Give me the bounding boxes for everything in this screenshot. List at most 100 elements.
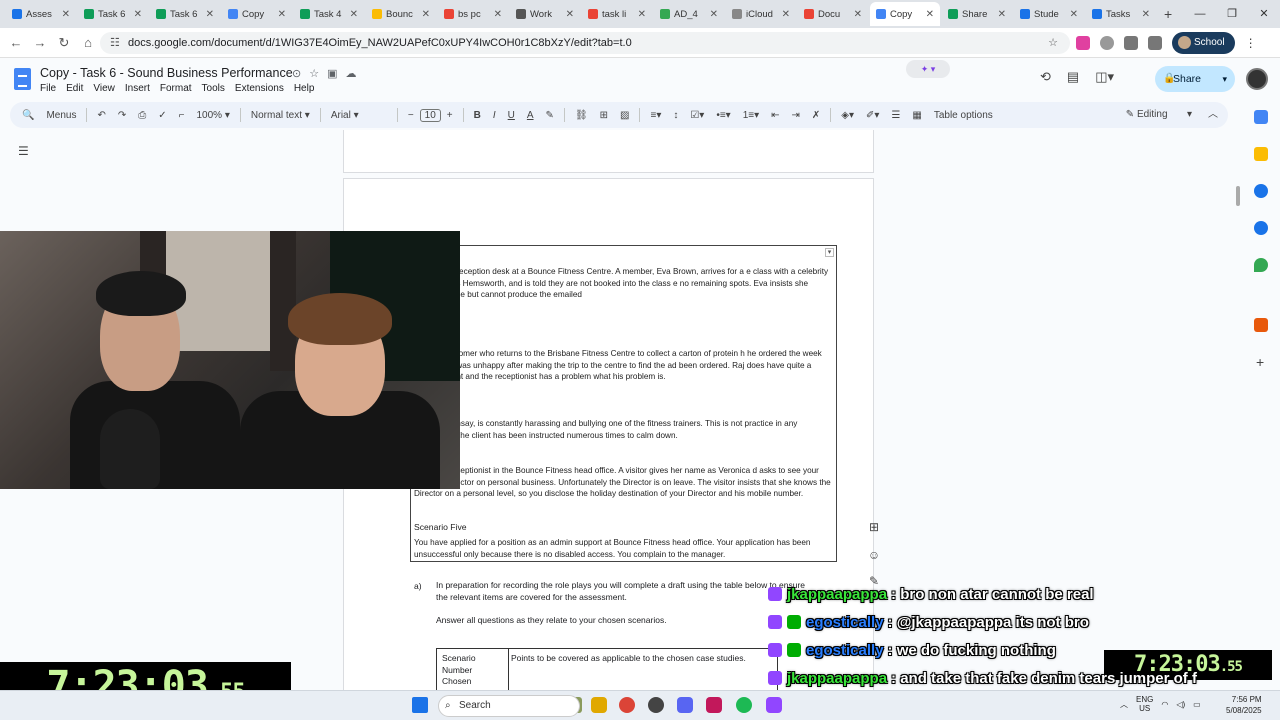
- browser-tab[interactable]: Copy ✕: [222, 2, 292, 26]
- app-icon[interactable]: [706, 697, 722, 713]
- keep-icon[interactable]: [1254, 147, 1268, 161]
- print-icon[interactable]: ⎙: [138, 110, 146, 121]
- font-select[interactable]: Arial ▾: [331, 110, 387, 121]
- twitch-icon[interactable]: [766, 697, 782, 713]
- battery-icon[interactable]: ▭: [1193, 700, 1201, 709]
- browser-menu-icon[interactable]: ⋮: [1245, 36, 1257, 50]
- offline-status-icon[interactable]: ⊙: [292, 67, 301, 80]
- align-icon[interactable]: ≡▾: [650, 110, 661, 121]
- tab-close-icon[interactable]: ✕: [278, 9, 286, 20]
- account-avatar[interactable]: [1246, 68, 1268, 90]
- document-title[interactable]: Copy - Task 6 - Sound Business Performan…: [40, 66, 293, 80]
- document-outline-icon[interactable]: ☰: [18, 144, 29, 158]
- menu-item-format[interactable]: Format: [160, 83, 192, 94]
- tab-close-icon[interactable]: ✕: [62, 9, 70, 20]
- table-dropdown-icon[interactable]: ▾: [825, 248, 834, 257]
- insert-comment-icon[interactable]: ⊞: [600, 110, 608, 121]
- editing-mode-select[interactable]: ✎ Editing ▾: [1126, 102, 1192, 128]
- tab-close-icon[interactable]: ✕: [134, 9, 142, 20]
- chrome-icon[interactable]: [619, 697, 635, 713]
- browser-tab[interactable]: Stude ✕: [1014, 2, 1084, 26]
- tab-close-icon[interactable]: ✕: [206, 9, 214, 20]
- draft-table[interactable]: Scenario Number Chosen Points to be cove…: [436, 648, 778, 690]
- search-menus-label[interactable]: Menus: [46, 110, 76, 121]
- tab-close-icon[interactable]: ✕: [638, 9, 646, 20]
- taskbar-clock[interactable]: 7:56 PM 5/08/2025: [1226, 694, 1262, 716]
- border-width-icon[interactable]: ☰: [891, 110, 900, 121]
- file-explorer-icon[interactable]: [591, 697, 607, 713]
- clear-formatting-icon[interactable]: ✗: [812, 110, 820, 121]
- app-icon[interactable]: [648, 697, 664, 713]
- browser-tab[interactable]: Asses ✕: [6, 2, 76, 26]
- tasks-icon[interactable]: [1254, 184, 1268, 198]
- extension-icon[interactable]: [1100, 36, 1114, 50]
- browser-tab[interactable]: Tasks ✕: [1086, 2, 1156, 26]
- insert-link-icon[interactable]: ⛓: [575, 110, 588, 121]
- italic-icon[interactable]: I: [493, 110, 496, 121]
- chevron-down-icon[interactable]: ▾: [1222, 66, 1227, 92]
- underline-icon[interactable]: U: [508, 110, 515, 121]
- fill-color-icon[interactable]: ◈▾: [841, 110, 854, 121]
- meet-icon[interactable]: ◫▾: [1095, 69, 1114, 85]
- tab-close-icon[interactable]: ✕: [710, 9, 718, 20]
- wifi-icon[interactable]: ◠: [1161, 700, 1168, 709]
- maps-icon[interactable]: [1254, 258, 1268, 272]
- zoom-select[interactable]: 100% ▾: [196, 110, 229, 121]
- browser-tab[interactable]: bs pc ✕: [438, 2, 508, 26]
- new-tab-button[interactable]: +: [1164, 6, 1172, 22]
- browser-tab[interactable]: iCloud ✕: [726, 2, 796, 26]
- numbered-list-icon[interactable]: 1≡▾: [743, 110, 759, 121]
- extensions-puzzle-icon[interactable]: [1124, 36, 1138, 50]
- language-indicator[interactable]: ENG US: [1136, 695, 1153, 713]
- profile-button[interactable]: School: [1172, 32, 1235, 54]
- site-info-icon[interactable]: ☷: [110, 32, 120, 54]
- side-panel-icon[interactable]: [1148, 36, 1162, 50]
- version-history-icon[interactable]: ⟲: [1040, 69, 1051, 85]
- decrease-font-size-icon[interactable]: −: [408, 110, 414, 121]
- contacts-icon[interactable]: [1254, 221, 1268, 235]
- browser-tab[interactable]: task li ✕: [582, 2, 652, 26]
- star-icon[interactable]: ☆: [309, 67, 319, 80]
- menu-item-view[interactable]: View: [93, 83, 115, 94]
- minimize-icon[interactable]: —: [1184, 0, 1216, 28]
- office-addon-icon[interactable]: [1254, 318, 1268, 332]
- bulleted-list-icon[interactable]: •≡▾: [716, 110, 730, 121]
- forward-icon[interactable]: →: [28, 35, 52, 50]
- comments-icon[interactable]: ▤: [1067, 69, 1079, 85]
- menu-item-extensions[interactable]: Extensions: [235, 83, 284, 94]
- docs-logo-icon[interactable]: [14, 68, 31, 90]
- taskbar-search[interactable]: ⌕ Search: [438, 695, 580, 717]
- bookmark-star-icon[interactable]: ☆: [1048, 32, 1058, 54]
- collapse-toolbar-icon[interactable]: ︿: [1208, 102, 1218, 128]
- tab-close-icon[interactable]: ✕: [782, 9, 790, 20]
- border-color-icon[interactable]: ✐▾: [866, 110, 879, 121]
- browser-tab[interactable]: Copy ✕: [870, 2, 940, 26]
- tab-close-icon[interactable]: ✕: [350, 9, 358, 20]
- tab-close-icon[interactable]: ✕: [854, 9, 862, 20]
- text-color-icon[interactable]: A: [527, 110, 534, 121]
- tab-close-icon[interactable]: ✕: [998, 9, 1006, 20]
- line-spacing-icon[interactable]: ↕: [673, 110, 678, 121]
- tab-close-icon[interactable]: ✕: [422, 9, 430, 20]
- cloud-status-icon[interactable]: ☁: [346, 67, 357, 80]
- add-comment-icon[interactable]: ⊞: [866, 520, 882, 536]
- browser-tab[interactable]: Task 6 ✕: [150, 2, 220, 26]
- extension-icon[interactable]: [1076, 36, 1090, 50]
- insert-image-icon[interactable]: ▨: [620, 110, 629, 121]
- browser-tab[interactable]: Task 6 ✕: [78, 2, 148, 26]
- reload-icon[interactable]: ↻: [52, 35, 76, 51]
- close-window-icon[interactable]: ✕: [1248, 0, 1280, 28]
- discord-icon[interactable]: [677, 697, 693, 713]
- highlight-icon[interactable]: ✎: [546, 110, 554, 121]
- spotify-icon[interactable]: [736, 697, 752, 713]
- menu-item-edit[interactable]: Edit: [66, 83, 83, 94]
- font-size-input[interactable]: 10: [419, 108, 441, 122]
- browser-tab[interactable]: Share ✕: [942, 2, 1012, 26]
- decrease-indent-icon[interactable]: ⇤: [771, 110, 779, 121]
- bold-icon[interactable]: B: [474, 110, 481, 121]
- start-menu-icon[interactable]: [412, 697, 428, 713]
- table-header-scenario[interactable]: Scenario Number Chosen: [437, 649, 509, 690]
- volume-icon[interactable]: ◁): [1176, 700, 1185, 709]
- paint-format-icon[interactable]: ⌐: [179, 110, 185, 121]
- scenarios-table[interactable]: ▾ ne king on the reception desk at a Bou…: [410, 245, 837, 562]
